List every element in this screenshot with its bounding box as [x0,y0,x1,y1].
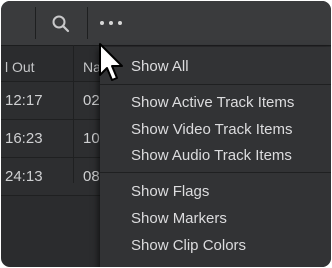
name-cell: 02 [83,92,100,109]
out-cell: 12:17 [5,92,43,109]
toolbar-separator [35,7,36,39]
name-cell: 08 [83,168,100,185]
search-icon[interactable] [51,14,71,34]
menu-item-show-audio-track-items[interactable]: Show Audio Track Items [131,144,292,168]
mouse-pointer-icon [99,43,123,81]
column-divider [73,45,74,183]
more-options-icon [118,21,122,25]
menu-item-show-active-track-items[interactable]: Show Active Track Items [131,91,294,115]
more-options-icon [100,21,104,25]
more-options-icon [109,21,113,25]
menu-item-show-all[interactable]: Show All [131,55,189,79]
out-cell: 24:13 [5,168,43,185]
toolbar-separator [87,7,88,39]
menu-separator [100,172,331,173]
view-options-menu: Show All Show Active Track Items Show Vi… [100,47,331,267]
column-header-out[interactable]: l Out [5,53,71,81]
name-cell: 10 [83,130,100,147]
more-options-button[interactable] [89,7,133,39]
out-cell: 16:23 [5,130,43,147]
menu-item-show-video-track-items[interactable]: Show Video Track Items [131,118,292,142]
menu-separator [100,84,331,85]
menu-item-show-markers[interactable]: Show Markers [131,207,227,231]
menu-item-show-flags[interactable]: Show Flags [131,180,209,204]
media-pool-panel: l Out Na 12:17 02 16:23 10 24:13 08 Show… [1,1,331,267]
menu-item-show-clip-colors[interactable]: Show Clip Colors [131,234,246,258]
toolbar [1,1,331,46]
